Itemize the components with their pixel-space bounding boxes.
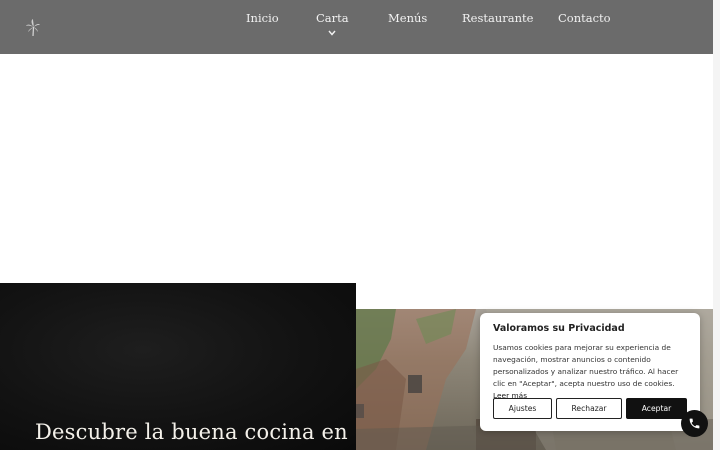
cookie-description: Usamos cookies para mejorar su experienc… xyxy=(493,343,679,388)
cookie-consent-dialog: Valoramos su Privacidad Usamos cookies p… xyxy=(480,313,700,431)
nav-item-inicio[interactable]: Inicio xyxy=(246,11,279,25)
accept-button[interactable]: Aceptar xyxy=(626,398,687,419)
nav-item-contacto[interactable]: Contacto xyxy=(558,11,611,25)
phone-icon xyxy=(689,418,700,429)
cookie-text: Usamos cookies para mejorar su experienc… xyxy=(493,342,691,402)
hero-title: Descubre la buena cocina en xyxy=(35,420,348,444)
hero-dark-panel: Descubre la buena cocina en xyxy=(0,283,356,450)
site-header: Inicio Carta Menús Restaurante Contacto xyxy=(0,0,713,54)
nav-item-label: Carta xyxy=(316,11,349,25)
page-scrollbar[interactable] xyxy=(713,0,720,450)
nav-item-menus[interactable]: Menús xyxy=(388,11,427,25)
main-nav: Inicio Carta Menús Restaurante Contacto xyxy=(0,11,713,51)
settings-button[interactable]: Ajustes xyxy=(493,398,552,419)
chevron-down-icon xyxy=(328,30,336,36)
cookie-title: Valoramos su Privacidad xyxy=(493,323,625,334)
call-button[interactable] xyxy=(681,410,708,437)
reject-button[interactable]: Rechazar xyxy=(556,398,622,419)
nav-item-carta[interactable]: Carta xyxy=(316,11,349,36)
nav-item-restaurante[interactable]: Restaurante xyxy=(462,11,533,25)
